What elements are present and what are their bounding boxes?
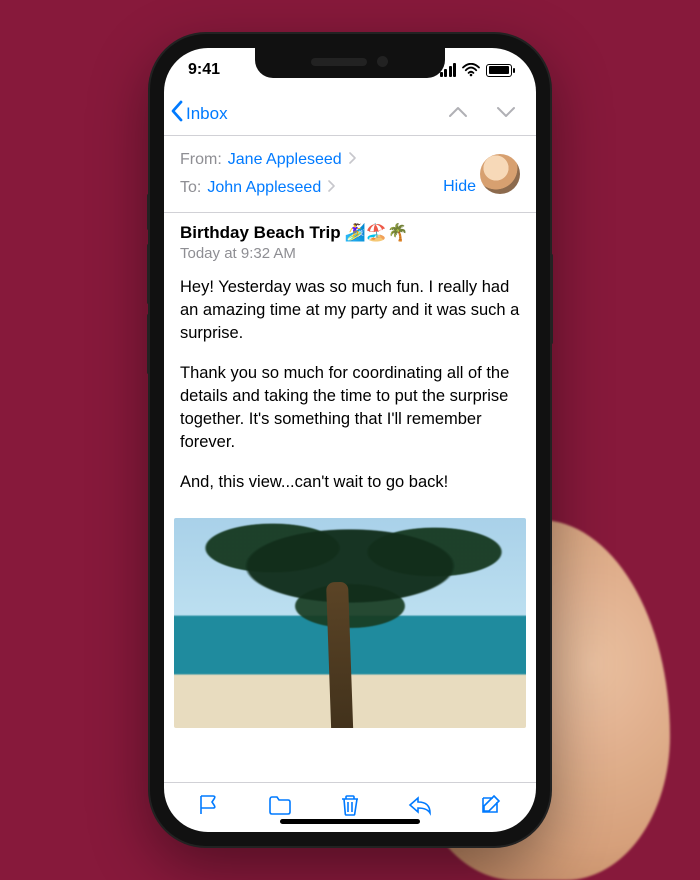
- chevron-right-icon: [327, 174, 335, 202]
- body-paragraph: And, this view...can't wait to go back!: [180, 471, 520, 494]
- delete-button[interactable]: [337, 793, 363, 822]
- next-message-button[interactable]: [496, 105, 516, 123]
- prev-message-button[interactable]: [448, 105, 468, 123]
- flag-button[interactable]: [196, 793, 222, 822]
- attached-photo[interactable]: [174, 518, 526, 728]
- avatar[interactable]: [480, 154, 520, 194]
- move-button[interactable]: [267, 793, 293, 822]
- timestamp: Today at 9:32 AM: [180, 245, 520, 262]
- to-label: To:: [180, 174, 201, 202]
- reply-button[interactable]: [407, 793, 433, 822]
- message-headers: From: Jane Appleseed To: John Appleseed …: [164, 136, 536, 213]
- message-body: Hey! Yesterday was so much fun. I really…: [164, 262, 536, 512]
- subject-block: Birthday Beach Trip 🏄‍♀️🏖️🌴 Today at 9:3…: [164, 213, 536, 262]
- body-paragraph: Thank you so much for coordinating all o…: [180, 362, 520, 453]
- body-paragraph: Hey! Yesterday was so much fun. I really…: [180, 276, 520, 344]
- chevron-right-icon: [348, 146, 356, 174]
- back-label: Inbox: [186, 104, 228, 124]
- compose-button[interactable]: [478, 793, 504, 822]
- nav-bar: Inbox: [164, 92, 536, 136]
- battery-icon: [486, 64, 512, 77]
- status-time: 9:41: [188, 61, 220, 79]
- bottom-toolbar: [164, 782, 536, 832]
- subject-text: Birthday Beach Trip: [180, 223, 341, 243]
- chevron-left-icon: [170, 100, 184, 127]
- hide-details-button[interactable]: Hide: [443, 178, 476, 196]
- screen: 9:41 Inbox: [164, 48, 536, 832]
- subject-emoji: 🏄‍♀️🏖️🌴: [345, 223, 409, 243]
- notch: [255, 48, 445, 78]
- status-right: [438, 63, 512, 77]
- home-indicator[interactable]: [280, 819, 420, 824]
- from-value[interactable]: Jane Appleseed: [228, 146, 342, 174]
- phone-frame: 9:41 Inbox: [150, 34, 550, 846]
- from-label: From:: [180, 146, 222, 174]
- to-value[interactable]: John Appleseed: [207, 174, 321, 202]
- back-button[interactable]: Inbox: [170, 100, 228, 127]
- wifi-icon: [462, 63, 480, 77]
